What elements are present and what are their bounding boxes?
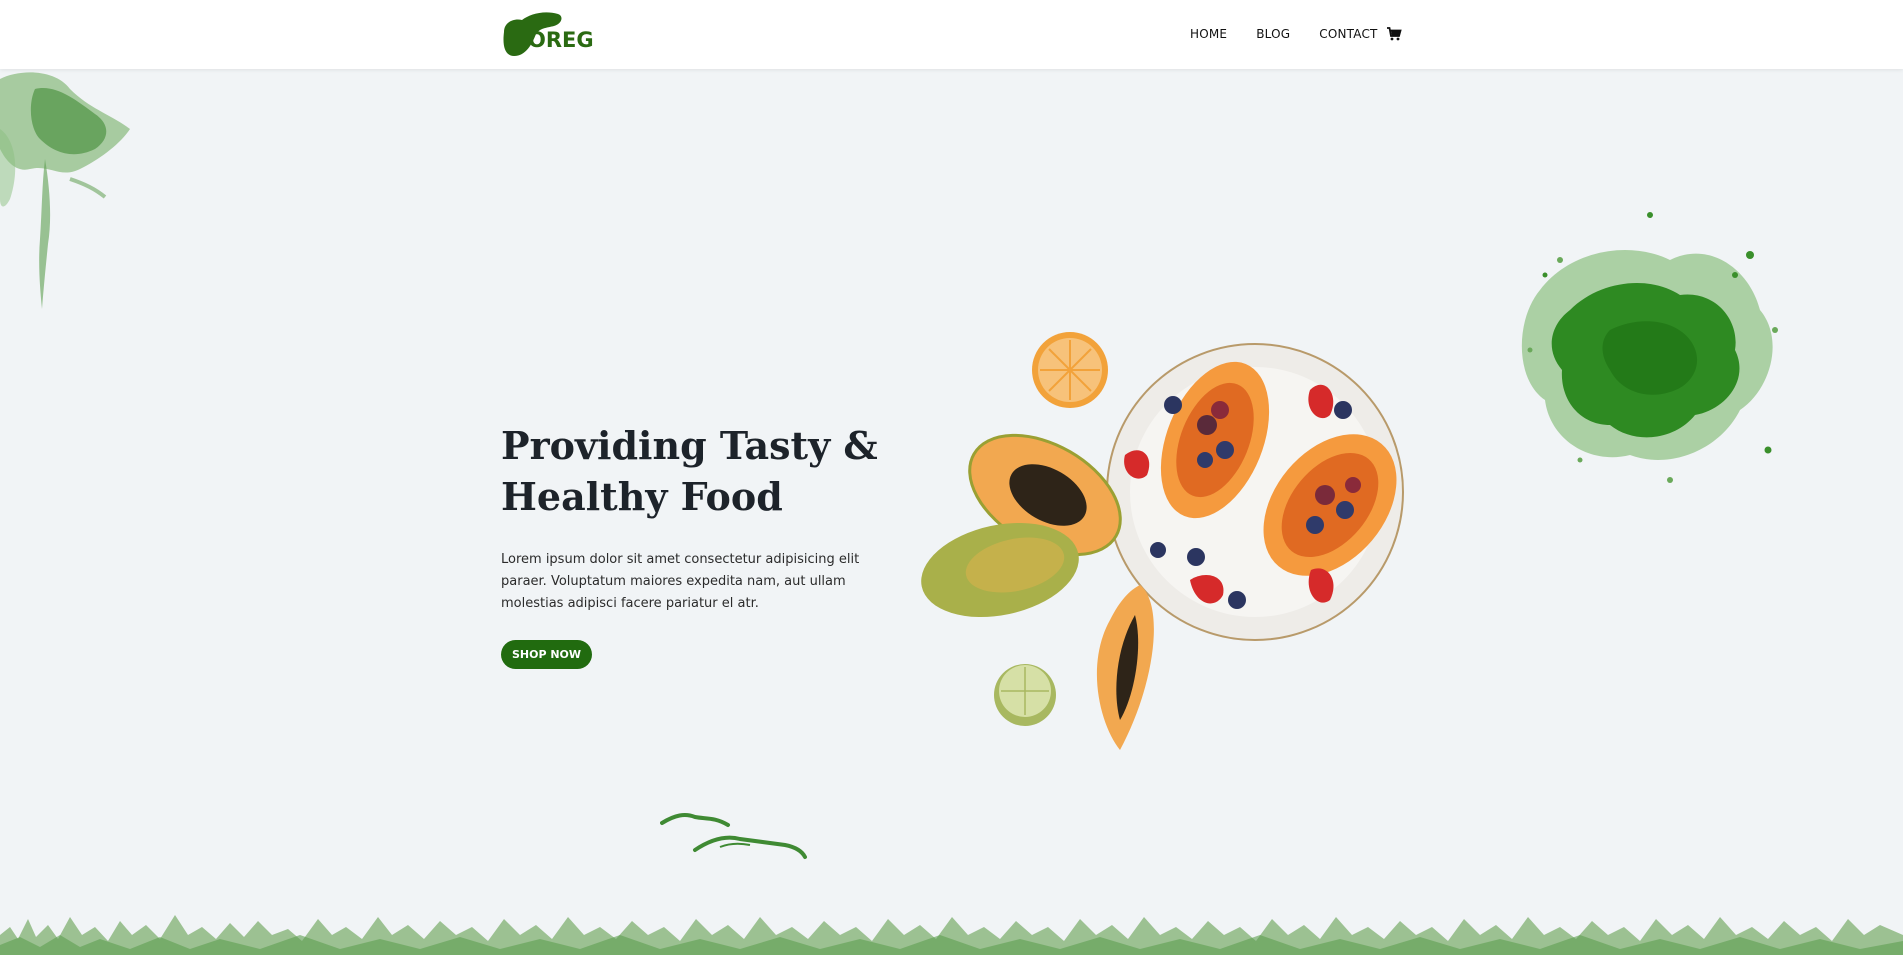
- logo-text: OREG: [528, 28, 594, 52]
- paint-splash-right: [1521, 212, 1778, 483]
- nav-contact-link[interactable]: CONTACT: [1319, 27, 1377, 41]
- brush-stroke-decoration: [660, 813, 807, 859]
- cart-icon[interactable]: [1386, 26, 1402, 42]
- nav-home-link[interactable]: HOME: [1190, 27, 1227, 41]
- fruit-plate-image: [921, 332, 1404, 750]
- brand-logo[interactable]: OREG: [500, 10, 594, 58]
- grass-border-decoration: [0, 915, 1903, 955]
- hero-title: Providing Tasty & Healthy Food: [501, 420, 921, 522]
- main-nav: HOME BLOG CONTACT: [1190, 27, 1407, 41]
- paint-splash-left: [0, 72, 130, 309]
- nav-blog-link[interactable]: BLOG: [1256, 27, 1290, 41]
- hero-title-line1: Providing Tasty &: [501, 423, 878, 468]
- site-header: OREG HOME BLOG CONTACT: [0, 0, 1903, 69]
- shop-now-button[interactable]: SHOP NOW: [501, 640, 592, 669]
- hero-description: Lorem ipsum dolor sit amet consectetur a…: [501, 552, 860, 611]
- hero-title-line2: Healthy Food: [501, 474, 783, 519]
